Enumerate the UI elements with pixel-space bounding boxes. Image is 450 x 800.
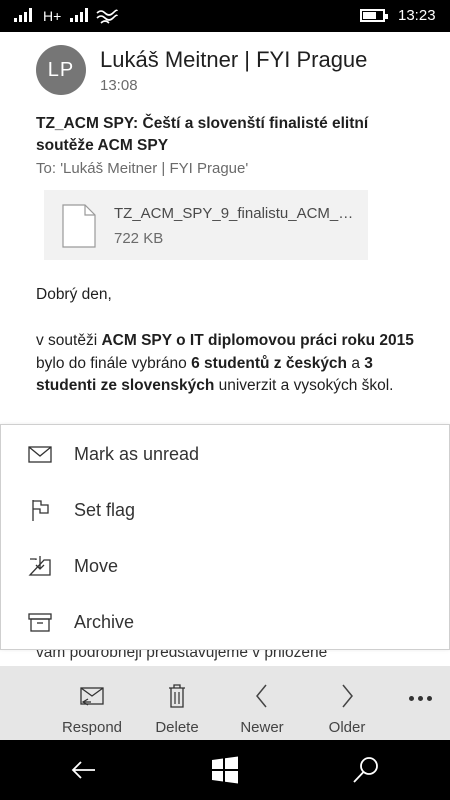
signal-strength-2-icon	[70, 8, 88, 22]
bold-text-run: ACM SPY o IT diplomovou práci roku 2015	[101, 332, 414, 349]
envelope-icon	[28, 446, 52, 463]
search-icon[interactable]	[350, 754, 382, 786]
newer-label: Newer	[240, 719, 284, 736]
more-dot-icon	[408, 695, 414, 701]
attachment[interactable]: TZ_ACM_SPY_9_finalistu_ACM_S... 722 KB	[44, 190, 368, 260]
command-bar: Respond Delete Newer Older	[0, 666, 450, 740]
recipient-name: 'Lukáš Meitner | FYI Prague'	[60, 160, 249, 177]
menu-item-label: Archive	[74, 612, 135, 632]
respond-icon	[80, 687, 104, 706]
battery-icon	[360, 9, 388, 22]
respond-button[interactable]: Respond	[52, 666, 132, 740]
email-subject: TZ_ACM SPY: Čeští a slovenští finalisté …	[36, 115, 369, 154]
flag-icon	[32, 500, 49, 521]
menu-item-label: Set flag	[74, 500, 136, 520]
menu-item-label: Move	[74, 556, 119, 576]
clock: 13:23	[398, 7, 436, 24]
to-label: To:	[36, 160, 57, 177]
chevron-right-icon	[342, 684, 353, 708]
menu-item-move[interactable]: Move	[1, 539, 450, 595]
trash-icon	[169, 684, 185, 708]
back-arrow-icon[interactable]	[68, 754, 100, 786]
older-label: Older	[328, 719, 366, 736]
respond-label: Respond	[61, 719, 123, 736]
menu-item-set-flag[interactable]: Set flag	[1, 483, 450, 539]
sent-time: 13:08	[100, 77, 138, 94]
more-dot-icon	[417, 695, 423, 701]
bold-text-run: 6 studentů z českých	[191, 354, 348, 372]
menu-item-label: Mark as unread	[74, 444, 200, 464]
attachment-name: TZ_ACM_SPY_9_finalistu_ACM_S...	[114, 205, 358, 222]
wifi-icon	[96, 9, 118, 24]
text-run: univerzit a vysokých škol.	[214, 377, 394, 394]
sender-name[interactable]: Lukáš Meitner | FYI Prague	[100, 47, 367, 73]
text-run: a	[347, 354, 365, 372]
context-menu: Mark as unread Set flag Move Archive	[0, 424, 450, 650]
file-icon	[62, 204, 96, 248]
navigation-bar	[0, 740, 450, 800]
menu-item-archive[interactable]: Archive	[1, 595, 450, 651]
more-dot-icon	[426, 695, 432, 701]
network-type: H+	[43, 8, 62, 24]
delete-label: Delete	[155, 719, 199, 736]
recipient-line[interactable]: To: 'Lukáš Meitner | FYI Prague'	[36, 160, 248, 177]
status-bar: H+ 13:23	[0, 0, 450, 32]
attachment-size: 722 KB	[114, 230, 164, 247]
windows-logo-icon[interactable]	[209, 754, 241, 786]
chevron-left-icon	[256, 684, 267, 708]
text-run: bylo do finále vybráno	[36, 354, 192, 372]
signal-strength-icon	[14, 8, 32, 22]
more-button[interactable]	[402, 686, 438, 710]
avatar[interactable]: LP	[36, 45, 86, 95]
email-paragraph: v soutěži ACM SPY o IT diplomovou práci …	[36, 330, 420, 398]
text-run: v soutěži	[36, 332, 102, 349]
newer-button[interactable]: Newer	[222, 666, 302, 740]
older-button[interactable]: Older	[307, 666, 387, 740]
delete-button[interactable]: Delete	[137, 666, 217, 740]
archive-icon	[28, 613, 52, 632]
menu-item-mark-as-unread[interactable]: Mark as unread	[1, 427, 450, 483]
email-greeting: Dobrý den,	[36, 286, 112, 303]
move-to-folder-icon	[28, 556, 51, 576]
